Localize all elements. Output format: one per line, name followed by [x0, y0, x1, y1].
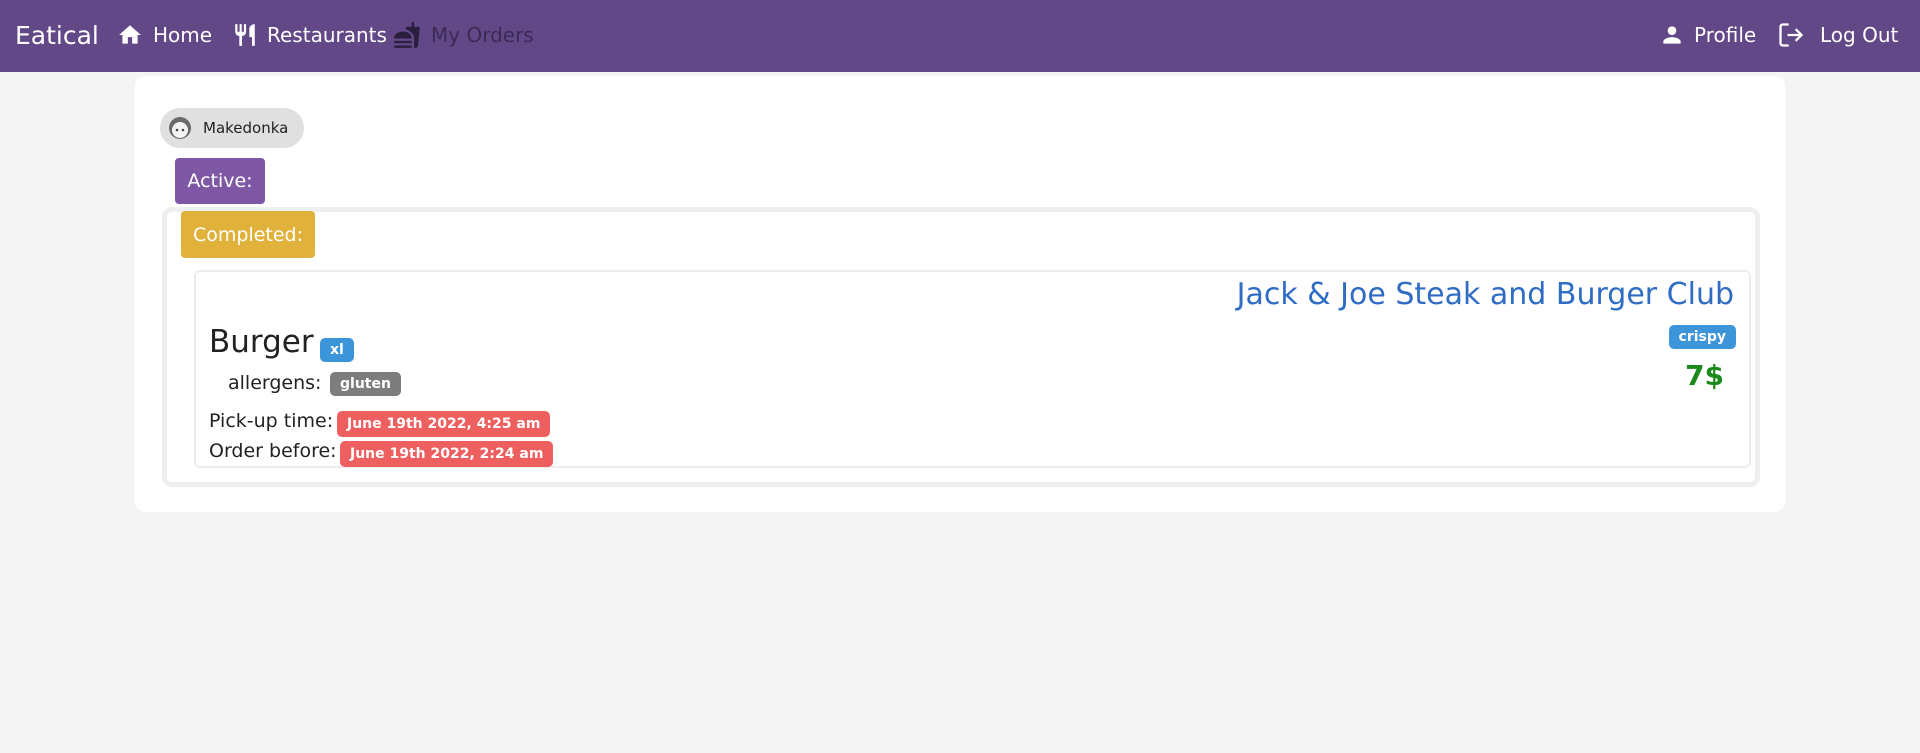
order-before-label: Order before: — [209, 440, 337, 462]
active-orders-button[interactable]: Active: — [175, 158, 265, 204]
price: 7$ — [1685, 359, 1724, 392]
nav-home[interactable]: Home — [116, 21, 212, 49]
logout-icon — [1777, 21, 1805, 49]
nav-logout-label: Log Out — [1820, 23, 1899, 47]
nav-home-label: Home — [153, 23, 213, 47]
home-icon — [116, 22, 144, 48]
user-chip[interactable]: Makedonka — [160, 108, 304, 148]
person-icon — [1659, 22, 1685, 48]
pickup-time-badge: June 19th 2022, 4:25 am — [337, 411, 551, 437]
food-cart-icon — [392, 21, 422, 49]
pickup-time-label: Pick-up time: — [209, 410, 334, 432]
nav-profile[interactable]: Profile — [1659, 21, 1756, 49]
brand-logo[interactable]: Eatical — [15, 20, 99, 52]
nav-restaurants-label: Restaurants — [267, 23, 387, 47]
nav-my-orders[interactable]: My Orders — [392, 21, 534, 49]
user-face-icon — [168, 116, 192, 140]
nav-restaurants[interactable]: Restaurants — [232, 21, 387, 49]
allergens-label: allergens: — [228, 372, 322, 394]
allergen-badge: gluten — [330, 372, 401, 396]
tag-badge: crispy — [1668, 325, 1736, 349]
nav-logout[interactable]: Log Out — [1777, 21, 1898, 49]
nav-profile-label: Profile — [1694, 23, 1757, 47]
top-navbar: Eatical Home Restaurants My Orders Profi… — [0, 0, 1920, 72]
dish-name: Burger — [209, 324, 314, 360]
restaurant-link[interactable]: Jack & Joe Steak and Burger Club — [1237, 277, 1734, 312]
order-before-badge: June 19th 2022, 2:24 am — [340, 441, 554, 467]
completed-orders-button[interactable]: Completed: — [181, 211, 315, 258]
fork-knife-icon — [232, 21, 258, 49]
nav-my-orders-label: My Orders — [431, 23, 534, 47]
size-badge: xl — [320, 338, 354, 362]
user-name: Makedonka — [203, 119, 289, 137]
